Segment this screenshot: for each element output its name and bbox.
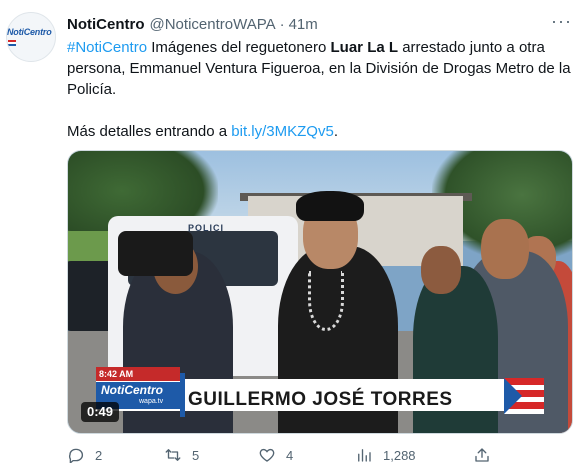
- tweet-paragraph-1: #NotiCentro Imágenes del reguetonero Lua…: [67, 37, 572, 100]
- share-button[interactable]: [473, 446, 491, 463]
- views-count: 1,288: [383, 447, 416, 463]
- video-duration: 0:49: [81, 402, 120, 422]
- video-player[interactable]: POLICI GUILLERMO JOSÉ TORRES 8:42 AM Not…: [67, 150, 573, 434]
- flag-graphic-triangle: [504, 378, 522, 414]
- views-icon: [358, 449, 371, 462]
- tweet: NotiCentro NotiCentro @NoticentroWAPA · …: [0, 0, 586, 463]
- video-person-chain: [308, 271, 344, 331]
- hashtag-link[interactable]: #NotiCentro: [67, 39, 147, 56]
- reply-count: 2: [95, 447, 103, 463]
- account-name[interactable]: NotiCentro: [67, 16, 145, 33]
- video-person-head: [481, 219, 529, 279]
- vehicle-label: POLICI: [188, 223, 225, 233]
- account-handle[interactable]: @NoticentroWAPA: [150, 16, 276, 33]
- avatar-logo: NotiCentro: [7, 27, 55, 47]
- channel-sub: wapa.tv: [139, 398, 164, 405]
- tweet-timestamp[interactable]: 41m: [289, 16, 318, 33]
- tweet-text: #NotiCentro Imágenes del reguetonero Lua…: [67, 37, 572, 142]
- short-link[interactable]: bit.ly/3MKZQv5: [231, 123, 334, 140]
- video-camera: [118, 231, 193, 276]
- reply-button[interactable]: 2: [67, 446, 102, 463]
- separator-dot: ·: [279, 15, 285, 33]
- details-suffix: .: [333, 123, 338, 140]
- share-icon: [475, 448, 489, 462]
- lower-third-accent: [180, 373, 185, 417]
- more-options-icon[interactable]: ···: [551, 12, 572, 30]
- tweet-actions: 2 5 4 1,288: [67, 446, 572, 463]
- retweet-button[interactable]: 5: [164, 446, 199, 463]
- video-person-head: [421, 246, 461, 294]
- reply-icon: [69, 448, 84, 463]
- like-button[interactable]: 4: [258, 446, 293, 463]
- tweet-header: NotiCentro @NoticentroWAPA · 41m: [67, 14, 556, 34]
- tweet-paragraph-2: Más detalles entrando a bit.ly/3MKZQv5.: [67, 121, 572, 142]
- video-person-cap: [296, 191, 364, 221]
- tweet-text-part: Imágenes del reguetonero: [147, 39, 331, 56]
- details-prefix: Más detalles entrando a: [67, 123, 232, 140]
- views-button[interactable]: 1,288: [355, 446, 416, 463]
- heart-icon: [259, 448, 275, 462]
- broadcast-time: 8:42 AM: [96, 367, 180, 381]
- like-count: 4: [286, 447, 294, 463]
- retweet-count: 5: [192, 447, 200, 463]
- retweet-icon: [165, 449, 181, 461]
- bold-name: Luar La L: [330, 39, 399, 56]
- lower-third-name: GUILLERMO JOSÉ TORRES: [188, 389, 453, 410]
- avatar[interactable]: NotiCentro: [6, 12, 56, 62]
